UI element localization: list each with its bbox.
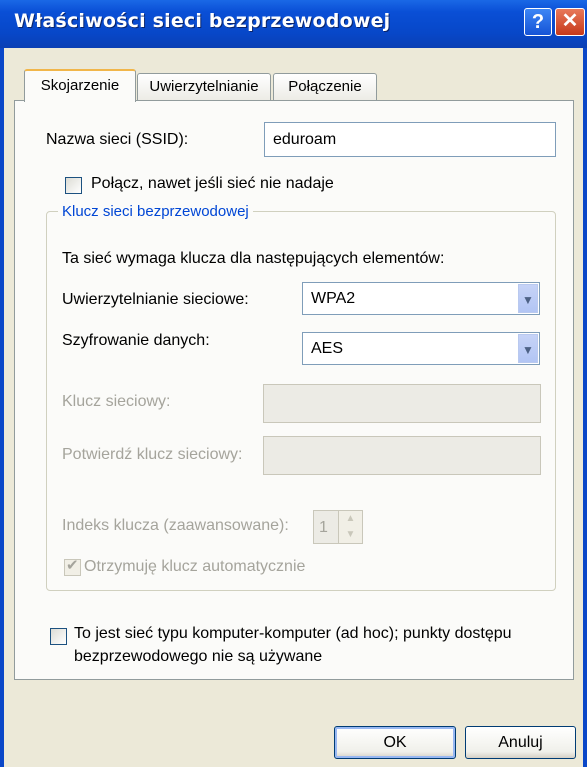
network-key-group-title: Klucz sieci bezprzewodowej — [58, 203, 253, 220]
confirm-network-key-label: Potwierdź klucz sieciowy: — [62, 446, 243, 463]
tab-connection[interactable]: Połączenie — [273, 73, 377, 101]
confirm-network-key-input[interactable] — [263, 436, 541, 475]
window-title: Właściwości sieci bezprzewodowej — [14, 10, 391, 32]
adhoc-label-line1: To jest sieć typu komputer-komputer (ad … — [74, 625, 512, 642]
network-key-label: Klucz sieciowy: — [62, 393, 171, 410]
network-auth-label: Uwierzytelnianie sieciowe: — [62, 291, 249, 308]
cancel-button[interactable]: Anuluj — [465, 726, 576, 759]
data-encryption-select[interactable]: AES ▼ — [302, 332, 540, 365]
network-auth-select[interactable]: WPA2 ▼ — [302, 282, 540, 315]
spin-down-icon[interactable]: ▼ — [339, 527, 362, 543]
close-button[interactable]: ✕ — [555, 8, 585, 36]
ssid-label: Nazwa sieci (SSID): — [46, 131, 189, 148]
data-encryption-value: AES — [311, 340, 344, 357]
checkmark-icon: ✔ — [66, 557, 79, 574]
dialog-window: Właściwości sieci bezprzewodowej ? ✕ Sko… — [0, 0, 587, 767]
auto-key-label: Otrzymuję klucz automatycznie — [84, 558, 306, 575]
ssid-input[interactable]: eduroam — [264, 122, 556, 157]
tab-authentication[interactable]: Uwierzytelnianie — [137, 73, 271, 101]
connect-even-not-broadcasting-label: Połącz, nawet jeśli sieć nie nadaje — [91, 175, 334, 192]
auto-key-checkbox[interactable]: ✔ — [64, 557, 81, 576]
key-index-spinner[interactable]: ▲ ▼ — [338, 510, 363, 544]
chevron-down-icon[interactable]: ▼ — [518, 334, 538, 363]
chevron-down-icon[interactable]: ▼ — [518, 284, 538, 313]
tab-association[interactable]: Skojarzenie — [24, 69, 136, 102]
network-auth-value: WPA2 — [311, 290, 356, 307]
adhoc-checkbox[interactable] — [50, 628, 67, 645]
help-button[interactable]: ? — [524, 8, 552, 36]
network-key-input[interactable] — [263, 384, 541, 423]
key-requirement-text: Ta sieć wymaga klucza dla następujących … — [62, 250, 445, 267]
key-index-input[interactable]: 1 — [313, 510, 339, 544]
title-bar[interactable]: Właściwości sieci bezprzewodowej ? ✕ — [0, 0, 587, 48]
ok-button[interactable]: OK — [334, 726, 456, 759]
key-index-label: Indeks klucza (zaawansowane): — [62, 517, 289, 534]
connect-even-not-broadcasting-checkbox[interactable] — [65, 177, 82, 194]
spin-up-icon[interactable]: ▲ — [339, 511, 362, 527]
data-encryption-label: Szyfrowanie danych: — [62, 332, 210, 349]
adhoc-label-line2: bezprzewodowego nie są używane — [74, 648, 323, 665]
